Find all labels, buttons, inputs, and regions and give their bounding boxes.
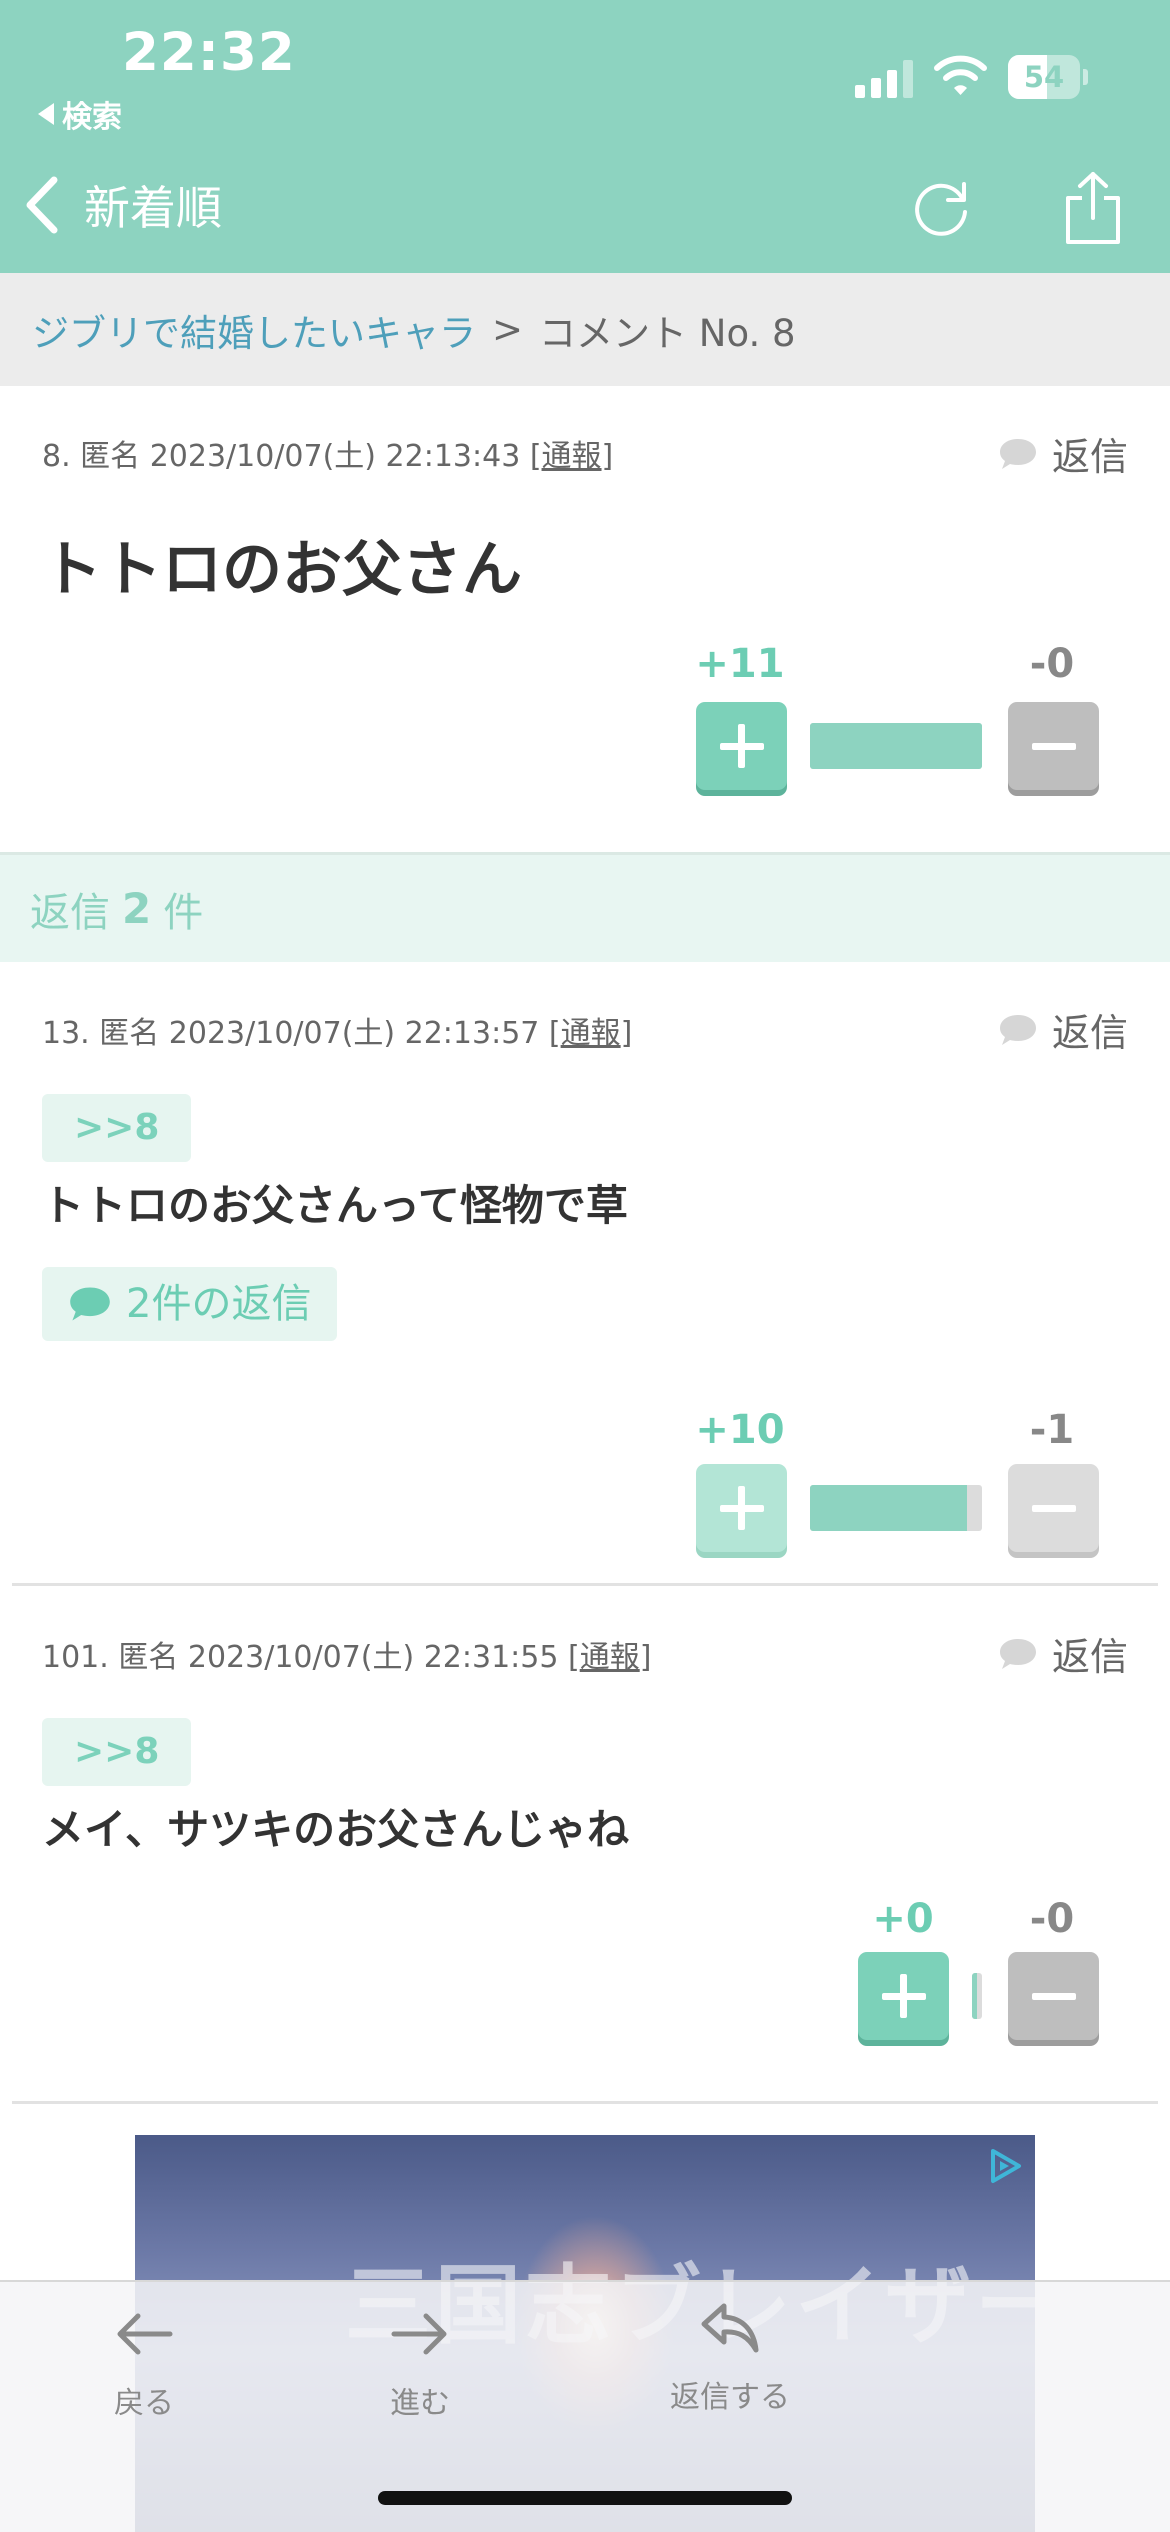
comment-body: トトロのお父さん [42, 535, 522, 605]
report-link[interactable]: 通報 [561, 1016, 621, 1051]
minus-count: -0 [1029, 1896, 1075, 1942]
speech-bubble-icon [999, 1014, 1036, 1045]
comment-body: トトロのお父さんって怪物で草 [42, 1181, 628, 1230]
report-link[interactable]: 通報 [542, 439, 602, 474]
arrow-left-icon [117, 2313, 173, 2355]
refresh-icon[interactable] [908, 176, 974, 242]
cellular-signal-icon [855, 58, 915, 98]
main-comment: 8. 匿名 2023/10/07(土) 22:13:43 [通報] 返信 トトロ… [0, 386, 1170, 852]
reply-button[interactable]: 返信 [998, 1626, 1128, 1681]
reply-label: 返信 [1051, 1635, 1128, 1679]
status-back-label: 検索 [62, 100, 122, 135]
toolbar-back-button[interactable]: 戻る [54, 2304, 234, 2422]
back-triangle-icon [38, 103, 54, 125]
reply-label: 返信 [1051, 1011, 1128, 1055]
vote-ratio-bar [810, 723, 982, 769]
minus-count: -0 [1029, 641, 1075, 687]
ad-choices-icon[interactable] [985, 2145, 1027, 2187]
nav-back-button[interactable]: 新着順 [22, 170, 222, 240]
plus-vote-button[interactable] [696, 702, 787, 790]
reply-arrow-icon [701, 2303, 759, 2353]
speech-bubble-icon [999, 1638, 1036, 1669]
minus-vote-button[interactable] [1008, 1952, 1099, 2040]
plus-count: +10 [695, 1407, 785, 1453]
breadcrumb: ジブリで結婚したいキャラ > コメント No. 8 [0, 273, 1170, 386]
vote-ratio-bar [810, 1485, 982, 1531]
minus-vote-button[interactable] [1008, 1464, 1099, 1552]
plus-vote-button[interactable] [858, 1952, 949, 2040]
minus-count: -1 [1029, 1407, 1075, 1453]
app-header: 22:32 検索 54 新着順 [0, 0, 1170, 273]
chevron-left-icon [26, 176, 58, 234]
anchor-link[interactable]: >>8 [42, 1094, 192, 1162]
report-link[interactable]: 通報 [580, 1640, 640, 1675]
comment-divider [12, 2101, 1158, 2104]
speech-bubble-icon [999, 438, 1036, 469]
home-indicator [378, 2491, 792, 2505]
minus-vote-button[interactable] [1008, 702, 1099, 790]
wifi-icon [934, 55, 987, 95]
plus-count: +11 [695, 641, 785, 687]
plus-count: +0 [872, 1896, 934, 1942]
comment-body: メイ、サツキのお父さんじゃね [42, 1805, 630, 1854]
toolbar-reply-label: 返信する [670, 2380, 790, 2415]
reply-button[interactable]: 返信 [998, 1002, 1128, 1057]
status-time: 22:32 [122, 22, 296, 83]
nav-back-label: 新着順 [84, 181, 222, 235]
reply-count-label: 2件の返信 [126, 1281, 312, 1327]
comment-meta: 8. 匿名 2023/10/07(土) 22:13:43 [通報] [42, 439, 614, 474]
reply-label: 返信 [1051, 435, 1128, 479]
replies-header-suffix: 件 [163, 889, 204, 936]
vote-ratio-fill [972, 1973, 977, 2019]
comment-meta: 13. 匿名 2023/10/07(土) 22:13:57 [通報] [42, 1016, 633, 1051]
battery-icon: 54 [1008, 55, 1088, 99]
speech-bubble-icon [70, 1287, 110, 1321]
replies-header-prefix: 返信 [30, 889, 110, 936]
comment-meta: 101. 匿名 2023/10/07(土) 22:31:55 [通報] [42, 1640, 652, 1675]
vote-ratio-fill [810, 723, 982, 769]
vote-ratio-fill [810, 1485, 967, 1531]
plus-vote-button[interactable] [696, 1464, 787, 1552]
reply-count-button[interactable]: 2件の返信 [42, 1267, 338, 1341]
breadcrumb-separator: > [492, 308, 524, 351]
breadcrumb-current: コメント No. 8 [539, 311, 796, 355]
toolbar-forward-button[interactable]: 進む [330, 2304, 510, 2422]
battery-level: 54 [1023, 60, 1065, 94]
anchor-link[interactable]: >>8 [42, 1718, 192, 1786]
arrow-right-icon [391, 2313, 447, 2355]
reply-button[interactable]: 返信 [998, 426, 1128, 481]
toolbar-reply-button[interactable]: 返信する [640, 2298, 820, 2416]
vote-ratio-bar [972, 1973, 982, 2019]
replies-header: 返信 2 件 [0, 852, 1170, 962]
reply-comment: 101. 匿名 2023/10/07(土) 22:31:55 [通報] 返信 >… [0, 1586, 1170, 2101]
toolbar-forward-label: 進む [390, 2386, 450, 2421]
status-back-link[interactable]: 検索 [38, 92, 122, 136]
replies-header-count: 2 [122, 884, 152, 933]
toolbar-back-label: 戻る [114, 2386, 174, 2421]
reply-comment: 13. 匿名 2023/10/07(土) 22:13:57 [通報] 返信 >>… [0, 962, 1170, 1582]
breadcrumb-topic-link[interactable]: ジブリで結婚したいキャラ [32, 303, 476, 357]
share-icon[interactable] [1060, 170, 1126, 246]
